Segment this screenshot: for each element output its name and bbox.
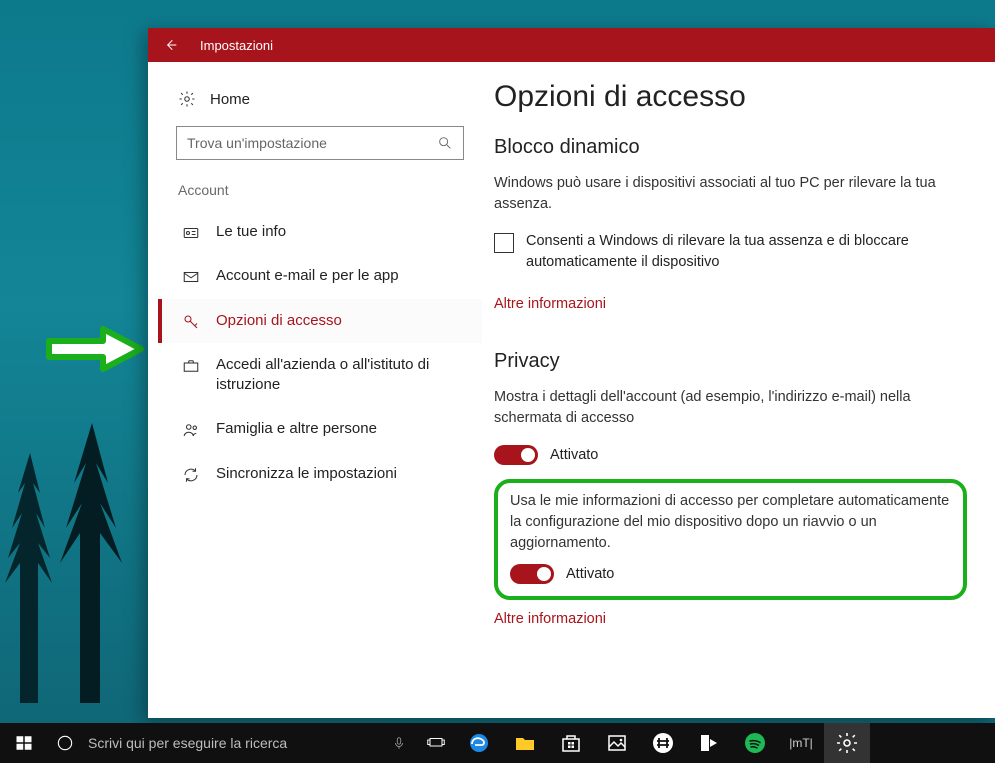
windows-icon [15, 734, 33, 752]
store-icon [559, 731, 583, 755]
more-info-link-privacy[interactable]: Altre informazioni [494, 611, 606, 627]
settings-app-taskbar[interactable] [824, 723, 870, 763]
annotation-highlight-box: Usa le mie informazioni di accesso per c… [494, 479, 967, 600]
sync-icon [182, 466, 200, 484]
mt-app[interactable]: |mT| [778, 723, 824, 763]
nav-item-label: Sincronizza le impostazioni [216, 464, 397, 484]
privacy-toggle1-row: Attivato [494, 445, 967, 465]
edge-icon [467, 731, 491, 755]
privacy-toggle2-row: Attivato [510, 564, 951, 584]
dynamic-lock-description: Windows può usare i dispositivi associat… [494, 173, 964, 215]
home-label: Home [210, 91, 250, 108]
spotify-icon [743, 731, 767, 755]
hash-icon [651, 731, 675, 755]
dynamic-lock-checkbox-label: Consenti a Windows di rilevare la tua as… [526, 231, 964, 273]
photos-app[interactable] [594, 723, 640, 763]
privacy-toggle2-state: Attivato [566, 566, 614, 582]
nav-item-label: Account e-mail e per le app [216, 266, 399, 286]
desktop-background-trees [0, 303, 150, 703]
gear-icon [835, 731, 859, 755]
nav-item-your-info[interactable]: Le tue info [158, 210, 482, 254]
taskbar-search-placeholder: Scrivi qui per eseguire la ricerca [88, 735, 287, 751]
privacy-toggle1[interactable] [494, 445, 538, 465]
cortana-button[interactable] [48, 723, 82, 763]
nav-item-label: Opzioni di accesso [216, 311, 342, 331]
nav-item-label: Le tue info [216, 222, 286, 242]
home-button[interactable]: Home [158, 80, 482, 118]
window-title: Impostazioni [194, 38, 273, 53]
photo-icon [605, 731, 629, 755]
task-view-icon [425, 734, 447, 752]
search-input[interactable] [187, 135, 437, 151]
dynamic-lock-checkbox-row[interactable]: Consenti a Windows di rilevare la tua as… [494, 231, 964, 273]
back-arrow-icon [163, 37, 179, 53]
search-input-container[interactable] [176, 126, 464, 160]
section-heading-dynamic-lock: Blocco dinamico [494, 136, 967, 159]
nav-item-email-accounts[interactable]: Account e-mail e per le app [158, 254, 482, 298]
cortana-icon [55, 733, 75, 753]
start-button[interactable] [0, 723, 48, 763]
back-button[interactable] [148, 28, 194, 62]
nav-item-sync[interactable]: Sincronizza le impostazioni [158, 452, 482, 496]
privacy-toggle1-state: Attivato [550, 447, 598, 463]
nav-item-label: Famiglia e altre persone [216, 419, 377, 439]
privacy-toggle2[interactable] [510, 564, 554, 584]
gear-icon [178, 90, 196, 108]
folder-icon [513, 731, 537, 755]
toggle-knob [537, 567, 551, 581]
taskbar: Scrivi qui per eseguire la ricerca |mT| [0, 723, 995, 763]
nav-item-label: Accedi all'azienda o all'istituto di ist… [216, 355, 462, 396]
sidebar: Home Account Le tue info Account e-mail … [148, 62, 486, 718]
nav-item-family[interactable]: Famiglia e altre persone [158, 407, 482, 451]
mic-icon [392, 734, 406, 752]
task-view-button[interactable] [416, 723, 456, 763]
content-pane: Opzioni di accesso Blocco dinamico Windo… [486, 62, 995, 718]
briefcase-icon [182, 357, 200, 375]
privacy-toggle1-description: Mostra i dettagli dell'account (ad esemp… [494, 387, 964, 429]
file-explorer-app[interactable] [502, 723, 548, 763]
titlebar: Impostazioni [148, 28, 995, 62]
sidebar-group-label: Account [158, 182, 482, 210]
movies-app[interactable] [686, 723, 732, 763]
page-title: Opzioni di accesso [494, 80, 967, 114]
more-info-link-dynamic-lock[interactable]: Altre informazioni [494, 296, 606, 312]
mic-button[interactable] [382, 723, 416, 763]
key-icon [182, 313, 200, 331]
taskbar-search[interactable]: Scrivi qui per eseguire la ricerca [82, 723, 382, 763]
section-heading-privacy: Privacy [494, 350, 967, 373]
people-icon [182, 421, 200, 439]
nav-item-signin-options[interactable]: Opzioni di accesso [158, 299, 482, 343]
edge-app[interactable] [456, 723, 502, 763]
toggle-knob [521, 448, 535, 462]
search-icon [437, 135, 453, 151]
dynamic-lock-checkbox[interactable] [494, 233, 514, 253]
film-icon [697, 731, 721, 755]
settings-window: Impostazioni Home Account Le tue info Ac… [148, 28, 995, 718]
mt-label: |mT| [789, 736, 813, 750]
mail-icon [182, 268, 200, 286]
store-app[interactable] [548, 723, 594, 763]
spotify-app[interactable] [732, 723, 778, 763]
person-card-icon [182, 224, 200, 242]
nav-item-work-school[interactable]: Accedi all'azienda o all'istituto di ist… [158, 343, 482, 408]
privacy-toggle2-description: Usa le mie informazioni di accesso per c… [510, 491, 951, 554]
slack-app[interactable] [640, 723, 686, 763]
